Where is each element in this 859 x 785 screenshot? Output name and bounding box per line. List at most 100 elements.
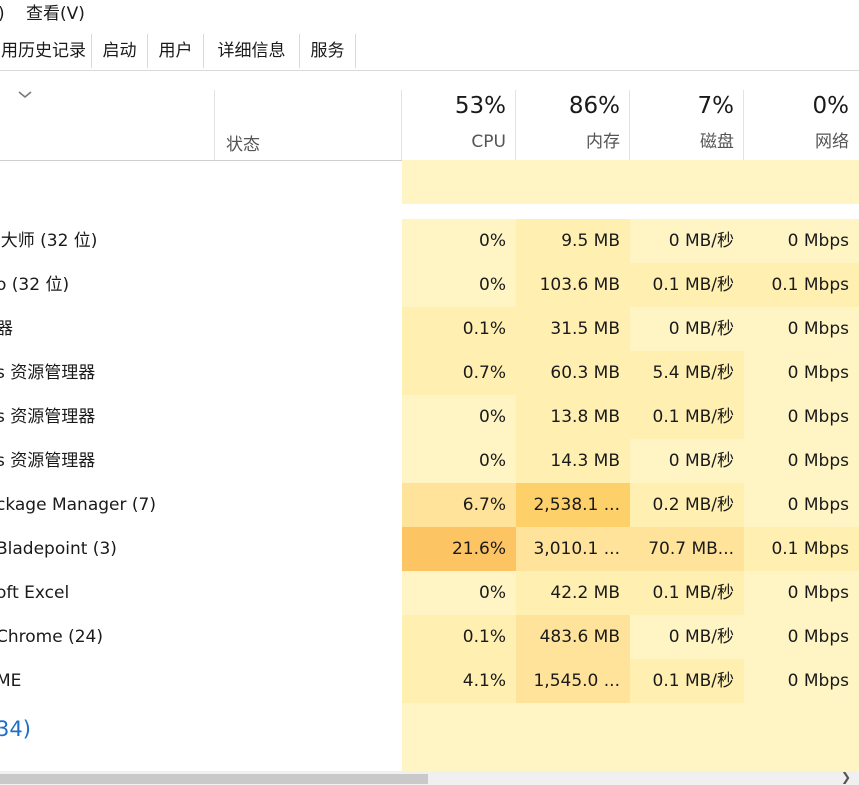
cpu-cell: 0% — [402, 219, 516, 263]
memory-column-label: 内存 — [586, 132, 620, 152]
process-name: ckage Manager (7) — [0, 495, 156, 515]
scroll-right-icon[interactable]: ❯ — [841, 770, 851, 784]
background-processes-link[interactable]: 34) — [0, 717, 31, 741]
menu-item-view[interactable]: 查看(V) — [26, 0, 85, 28]
process-name: Chrome (24) — [0, 627, 103, 647]
table-row[interactable]: 器 0.1% 31.5 MB 0 MB/秒 0 Mbps — [0, 307, 859, 351]
table-row[interactable]: s 资源管理器 0% 14.3 MB 0 MB/秒 0 Mbps — [0, 439, 859, 483]
memory-cell: 14.3 MB — [516, 439, 630, 483]
cpu-cell: 21.6% — [402, 527, 516, 571]
process-name: o (32 位) — [0, 275, 70, 295]
table-row[interactable]: Chrome (24) 0.1% 483.6 MB 0 MB/秒 0 Mbps — [0, 615, 859, 659]
network-cell: 0.1 Mbps — [744, 527, 859, 571]
table-row[interactable]: s 资源管理器 0% 13.8 MB 0.1 MB/秒 0 Mbps — [0, 395, 859, 439]
column-header: 状态 53% CPU 86% 内存 7% 磁盘 0% 网络 — [0, 90, 859, 161]
tab-startup[interactable]: 启动 — [92, 34, 148, 68]
memory-column-header[interactable]: 86% 内存 — [516, 90, 630, 160]
cpu-cell: 0% — [402, 571, 516, 615]
memory-cell: 31.5 MB — [516, 307, 630, 351]
disk-cell-empty — [630, 703, 744, 771]
disk-total-percent: 7% — [697, 93, 735, 119]
network-cell: 0 Mbps — [744, 615, 859, 659]
memory-cell: 1,545.0 ... — [516, 659, 630, 703]
network-cell: 0 Mbps — [744, 219, 859, 263]
table-row[interactable]: ME 4.1% 1,545.0 ... 0.1 MB/秒 0 Mbps — [0, 659, 859, 703]
cpu-cell: 0.7% — [402, 351, 516, 395]
disk-cell: 0.1 MB/秒 — [630, 571, 744, 615]
network-column-header[interactable]: 0% 网络 — [744, 90, 859, 160]
memory-cell: 60.3 MB — [516, 351, 630, 395]
memory-cell: 3,010.1 ... — [516, 527, 630, 571]
table-row[interactable] — [0, 160, 859, 204]
memory-cell — [516, 160, 630, 204]
disk-cell: 0 MB/秒 — [630, 615, 744, 659]
tab-bar: 用历史记录 启动 用户 详细信息 服务 — [0, 32, 859, 71]
network-cell: 0 Mbps — [744, 439, 859, 483]
table-row[interactable]: ckage Manager (7) 6.7% 2,538.1 ... 0.2 M… — [0, 483, 859, 527]
cpu-cell: 0.1% — [402, 307, 516, 351]
network-cell — [744, 160, 859, 204]
process-name: s 资源管理器 — [0, 451, 96, 471]
memory-cell: 483.6 MB — [516, 615, 630, 659]
disk-cell: 0.1 MB/秒 — [630, 659, 744, 703]
disk-cell: 70.7 MB... — [630, 527, 744, 571]
disk-cell: 0.2 MB/秒 — [630, 483, 744, 527]
process-name: i大师 (32 位) — [0, 231, 98, 251]
process-name: 器 — [0, 319, 13, 339]
disk-cell: 5.4 MB/秒 — [630, 351, 744, 395]
memory-cell: 42.2 MB — [516, 571, 630, 615]
menu-bar: ) 查看(V) — [0, 0, 859, 28]
network-cell: 0 Mbps — [744, 483, 859, 527]
memory-cell: 2,538.1 ... — [516, 483, 630, 527]
cpu-cell — [402, 160, 516, 204]
cpu-column-header[interactable]: 53% CPU — [402, 90, 516, 160]
menu-item-partial[interactable]: ) — [0, 0, 5, 28]
memory-total-percent: 86% — [568, 93, 620, 119]
network-cell-empty — [744, 703, 859, 771]
table-row[interactable]: o (32 位) 0% 103.6 MB 0.1 MB/秒 0.1 Mbps — [0, 263, 859, 307]
status-column-header[interactable]: 状态 — [226, 130, 260, 155]
horizontal-scrollbar[interactable]: ❯ — [0, 770, 859, 785]
tab-services[interactable]: 服务 — [300, 34, 356, 68]
network-cell: 0 Mbps — [744, 395, 859, 439]
disk-cell: 0 MB/秒 — [630, 439, 744, 483]
cpu-cell: 0% — [402, 395, 516, 439]
chevron-down-icon[interactable] — [15, 88, 35, 102]
table-row[interactable]: oft Excel 0% 42.2 MB 0.1 MB/秒 0 Mbps — [0, 571, 859, 615]
empty-row-area — [0, 703, 859, 771]
process-name: ME — [0, 671, 22, 691]
cpu-cell: 0% — [402, 263, 516, 307]
process-name: s 资源管理器 — [0, 407, 96, 427]
process-name: oft Excel — [0, 583, 70, 603]
scrollbar-thumb[interactable] — [0, 774, 428, 784]
network-cell: 0.1 Mbps — [744, 263, 859, 307]
tab-users[interactable]: 用户 — [148, 34, 204, 68]
process-name: Bladepoint (3) — [0, 539, 117, 559]
network-cell: 0 Mbps — [744, 351, 859, 395]
memory-cell: 13.8 MB — [516, 395, 630, 439]
tab-details[interactable]: 详细信息 — [204, 34, 300, 68]
network-column-label: 网络 — [815, 132, 849, 152]
memory-cell-empty — [516, 703, 630, 771]
network-cell: 0 Mbps — [744, 571, 859, 615]
table-row[interactable]: i大师 (32 位) 0% 9.5 MB 0 MB/秒 0 Mbps — [0, 219, 859, 263]
cpu-cell-empty — [402, 703, 516, 771]
cpu-cell: 4.1% — [402, 659, 516, 703]
process-name: s 资源管理器 — [0, 363, 96, 383]
disk-column-header[interactable]: 7% 磁盘 — [630, 90, 744, 160]
network-cell: 0 Mbps — [744, 659, 859, 703]
disk-cell: 0 MB/秒 — [630, 307, 744, 351]
table-row[interactable]: s 资源管理器 0.7% 60.3 MB 5.4 MB/秒 0 Mbps — [0, 351, 859, 395]
tab-app-history[interactable]: 用历史记录 — [0, 34, 92, 68]
disk-cell — [630, 160, 744, 204]
cpu-total-percent: 53% — [454, 93, 506, 119]
cpu-cell: 0% — [402, 439, 516, 483]
disk-cell: 0.1 MB/秒 — [630, 395, 744, 439]
column-divider[interactable] — [214, 90, 215, 160]
memory-cell: 9.5 MB — [516, 219, 630, 263]
network-total-percent: 0% — [812, 93, 850, 119]
disk-column-label: 磁盘 — [700, 132, 734, 152]
cpu-cell: 0.1% — [402, 615, 516, 659]
memory-cell: 103.6 MB — [516, 263, 630, 307]
table-row[interactable]: Bladepoint (3) 21.6% 3,010.1 ... 70.7 MB… — [0, 527, 859, 571]
